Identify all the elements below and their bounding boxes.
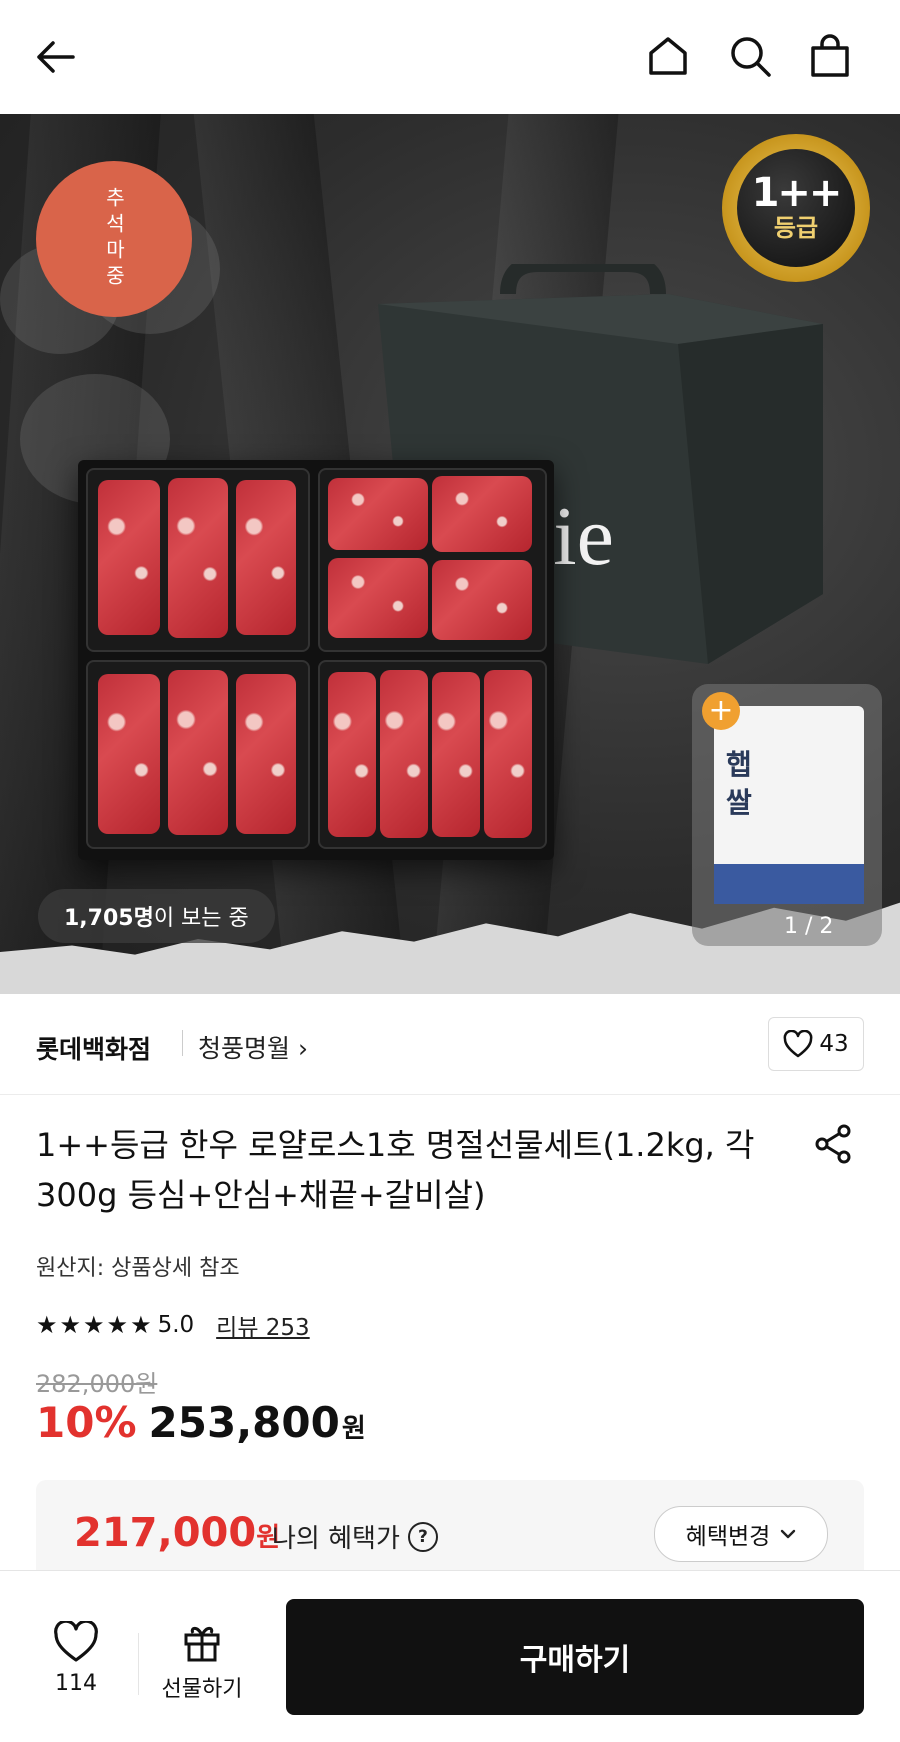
chevron-down-icon [781,1529,796,1539]
gift-label: 선물하기 [161,1677,243,1702]
addon-rice-thumbnail[interactable]: 햅 쌀 + [692,684,882,946]
rice-package-image: 햅 쌀 [714,706,864,904]
arrow-left-icon[interactable] [30,32,80,82]
benefit-label: 나의 혜택가 ? [272,1518,438,1555]
rice-title: 햅 쌀 [726,748,752,819]
share-icon[interactable] [812,1122,856,1170]
search-icon[interactable] [724,30,776,82]
price-row: 10% 253,800 원 [36,1398,366,1447]
section-divider [0,1094,900,1095]
benefit-label-text: 나의 혜택가 [272,1524,400,1554]
rating-value: 5.0 [157,1312,195,1338]
gift-button[interactable]: 선물하기 [152,1621,252,1703]
price-unit: 원 [341,1414,366,1444]
chuseok-promo-badge: 추석마중 [36,161,192,317]
grade-badge-top: 1++ [751,170,843,216]
store-like-button[interactable]: 43 [768,1017,864,1071]
meat-tray-image [78,460,554,860]
plus-icon: + [702,692,740,730]
grade-badge-bottom: 등급 [773,214,819,242]
bottom-action-bar: 114 선물하기 구매하기 [0,1570,900,1742]
shopping-bag-icon[interactable] [804,30,856,82]
benefit-price-box: 217,000원 나의 혜택가 ? 혜택변경 [36,1480,864,1584]
original-price: 282,000원 [36,1370,158,1398]
change-benefit-button[interactable]: 혜택변경 [654,1506,828,1562]
bottom-bar-divider [138,1633,139,1695]
grade-badge: 1++ 등급 [722,134,870,282]
benefit-price: 217,000원 [74,1510,280,1556]
seller-divider [182,1030,183,1056]
star-rating-icon: ★★★★★ [36,1311,154,1339]
viewers-count: 1,705명 [64,906,154,931]
buy-button[interactable]: 구매하기 [286,1599,864,1715]
viewers-count-badge: 1,705명 이 보는 중 [38,889,275,943]
store-like-count: 43 [819,1031,849,1057]
review-link[interactable]: 리뷰 253 [216,1308,310,1342]
wishlist-button[interactable]: 114 [36,1619,116,1696]
heart-icon [783,1030,813,1058]
product-title: 1++등급 한우 로얄로스1호 명절선물세트(1.2kg, 각300g 등심+안… [36,1126,755,1214]
product-image-carousel[interactable]: 추석마중 1++ 등급 erie [0,114,900,994]
image-pager: 1 / 2 [784,914,834,939]
store-name[interactable]: 롯데백화점 [36,1030,151,1066]
help-icon[interactable]: ? [407,1521,438,1552]
app-header [0,0,900,114]
home-icon[interactable] [642,30,694,82]
benefit-price-value: 217,000 [74,1510,257,1556]
promo-badge-text: 추석마중 [102,187,126,291]
origin-info: 원산지: 상품상세 참조 [36,1256,240,1281]
rating-row: ★★★★★ 5.0 리뷰 253 [36,1308,310,1342]
sale-price: 253,800 [148,1398,340,1447]
discount-rate: 10% [36,1398,137,1447]
viewers-suffix: 이 보는 중 [153,906,249,931]
brand-link[interactable]: 청풍명월 › [198,1029,308,1065]
wishlist-count: 114 [55,1671,97,1696]
gift-icon [184,1626,220,1662]
heart-icon [54,1619,98,1662]
change-benefit-label: 혜택변경 [685,1524,771,1550]
